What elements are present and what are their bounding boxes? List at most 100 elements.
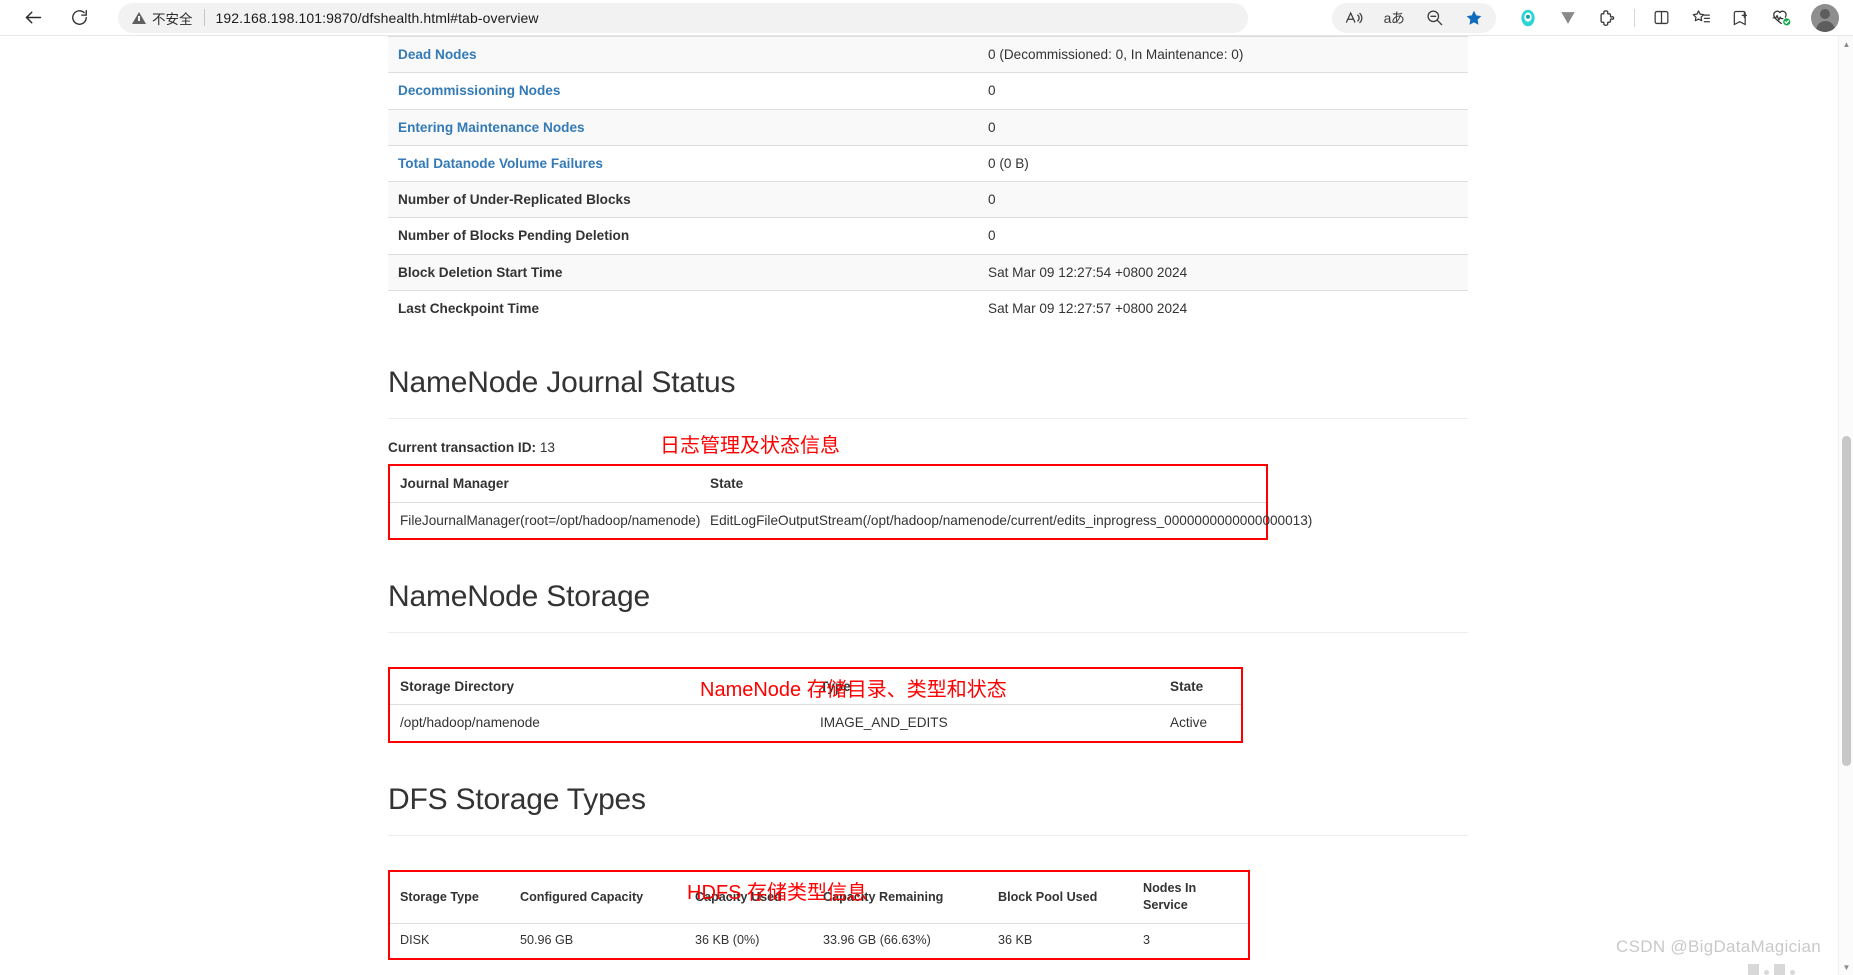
watermark: CSDN @BigDataMagician [1616,937,1821,956]
split-screen-icon[interactable] [1641,3,1681,33]
summary-key: Number of Blocks Pending Deletion [388,217,978,255]
summary-key: Last Checkpoint Time [388,290,978,327]
summary-key-link[interactable]: Decommissioning Nodes [398,83,560,98]
summary-value: 0 [978,108,1468,146]
current-transaction-id: Current transaction ID: 13 [388,440,1468,455]
storage-annotation: NameNode 存储目录、类型和状态 [700,678,1007,701]
profile-avatar[interactable] [1811,3,1839,32]
summary-key-link[interactable]: Total Datanode Volume Failures [398,156,603,171]
dfs-configured-capacity-value: 50.96 GB [510,923,685,959]
cluster-summary-table: Dead Nodes 0 (Decommissioned: 0, In Main… [388,36,1468,327]
page-container: Dead Nodes 0 (Decommissioned: 0, In Main… [388,36,1468,975]
dfs-header-block-pool-used: Block Pool Used [998,889,1098,904]
scrollbar-thumb[interactable] [1842,436,1851,766]
summary-key: Block Deletion Start Time [388,253,978,291]
dfs-storage-block: HDFS 存储类型信息 Storage Type Configured Capa… [388,869,1468,961]
journal-table-highlight: Journal Manager State FileJournalManager… [388,464,1312,540]
storage-divider [388,631,1468,633]
browser-essentials-icon[interactable] [1761,3,1801,33]
dfs-capacity-remaining-value: 33.96 GB (66.63%) [813,923,988,959]
scroll-down-arrow-icon[interactable]: ▼ [1839,959,1853,975]
taskbar-icon [1774,964,1785,975]
summary-value: Sat Mar 09 12:27:54 +0800 2024 [978,253,1468,291]
table-row: Decommissioning Nodes 0 [388,72,1468,110]
table-row: Block Deletion Start Time Sat Mar 09 12:… [388,253,1468,291]
taskbar-dot [1790,970,1795,975]
reload-icon [71,10,87,25]
browser-toolbar: 不安全 192.168.198.101:9870/dfshealth.html#… [0,0,1853,36]
taskbar-icon [1748,964,1759,975]
cluster-summary-body: Dead Nodes 0 (Decommissioned: 0, In Main… [388,36,1468,327]
security-label: 不安全 [152,11,193,27]
dfs-storage-type-value: DISK [390,923,510,959]
extensions-icon[interactable] [1588,3,1628,33]
favorite-star-icon[interactable] [1454,3,1494,33]
toolbar-divider [1634,8,1635,27]
dfs-storage-divider [388,834,1468,836]
table-row: Dead Nodes 0 (Decommissioned: 0, In Main… [388,36,1468,73]
summary-key-link[interactable]: Entering Maintenance Nodes [398,120,585,135]
dfs-storage-types-heading: DFS Storage Types [388,782,646,816]
summary-value: 0 (Decommissioned: 0, In Maintenance: 0) [978,36,1468,73]
dfs-capacity-used-value: 36 KB (0%) [685,923,813,959]
toolbar-actions: aあ [1332,2,1843,33]
back-arrow-icon [25,11,41,24]
translate-icon[interactable]: aあ [1374,3,1414,33]
table-row: Number of Blocks Pending Deletion 0 [388,217,1468,255]
summary-value: 0 [978,72,1468,110]
journal-annotation: 日志管理及状态信息 [660,435,840,458]
dfs-block-pool-used-value: 36 KB [988,923,1133,959]
add-favorite-icon[interactable] [1721,3,1761,33]
storage-type-value: IMAGE_AND_EDITS [810,704,1160,741]
copilot-icon[interactable] [1508,3,1548,33]
dfs-nodes-in-service-value: 3 [1133,923,1248,959]
storage-directory-value: /opt/hadoop/namenode [390,704,810,741]
dfs-header-configured-capacity: Configured Capacity [520,889,644,904]
reading-tools-group: aあ [1332,2,1496,33]
txn-label: Current transaction ID: [388,440,537,456]
journal-divider [388,418,1468,420]
back-button[interactable] [14,3,52,33]
summary-key: Number of Under-Replicated Blocks [388,181,978,218]
storage-state-value: Active [1160,704,1241,741]
table-row: FileJournalManager(root=/opt/hadoop/name… [390,501,1312,538]
dfs-header-nodes-in-service: Nodes In Service [1143,880,1197,913]
dfs-header-storage-type: Storage Type [400,889,479,904]
read-aloud-icon[interactable] [1334,3,1374,33]
table-row: Last Checkpoint Time Sat Mar 09 12:27:57… [388,290,1468,327]
address-bar[interactable]: 不安全 192.168.198.101:9870/dfshealth.html#… [118,2,1248,33]
zoom-search-icon[interactable] [1414,3,1454,33]
journal-manager-value: FileJournalManager(root=/opt/hadoop/name… [390,501,700,538]
table-row: Number of Under-Replicated Blocks 0 [388,181,1468,218]
table-row: Total Datanode Volume Failures 0 (0 B) [388,144,1468,182]
scroll-up-arrow-icon[interactable]: ▲ [1839,36,1853,52]
page-viewport: Dead Nodes 0 (Decommissioned: 0, In Main… [0,36,1853,975]
journal-header-manager: Journal Manager [400,476,509,492]
storage-block: NameNode 存储目录、类型和状态 Storage Directory Ty… [388,666,1468,743]
summary-value: 0 [978,217,1468,255]
hdfs-overview-page: Dead Nodes 0 (Decommissioned: 0, In Main… [0,36,1838,975]
taskbar-peek [1748,964,1795,975]
url-text: 192.168.198.101:9870/dfshealth.html#tab-… [215,9,539,26]
txn-value: 13 [539,440,555,456]
summary-key-link[interactable]: Dead Nodes [398,47,477,62]
journal-header-state: State [710,476,744,492]
namenode-storage-heading: NameNode Storage [388,579,650,613]
security-indicator[interactable]: 不安全 [132,8,193,28]
summary-value: 0 (0 B) [978,144,1468,182]
address-divider [203,9,205,26]
table-row: /opt/hadoop/namenode IMAGE_AND_EDITS Act… [390,704,1241,741]
warning-triangle-icon [132,11,146,24]
page-scrollbar[interactable]: ▲ ▼ [1838,36,1853,975]
journal-state-value: EditLogFileOutputStream(/opt/hadoop/name… [700,501,1312,538]
journal-status-heading: NameNode Journal Status [388,366,736,400]
collections-icon[interactable] [1681,3,1721,33]
taskbar-dot [1764,970,1769,975]
downloads-icon[interactable] [1548,3,1588,33]
summary-value: Sat Mar 09 12:27:57 +0800 2024 [978,290,1468,327]
table-header-row: Journal Manager State [390,466,1266,502]
table-row: DISK 50.96 GB 36 KB (0%) 33.96 GB (66.63… [390,923,1248,959]
table-row: Entering Maintenance Nodes 0 [388,108,1468,146]
reload-button[interactable] [60,3,98,33]
storage-header-state: State [1170,678,1204,694]
